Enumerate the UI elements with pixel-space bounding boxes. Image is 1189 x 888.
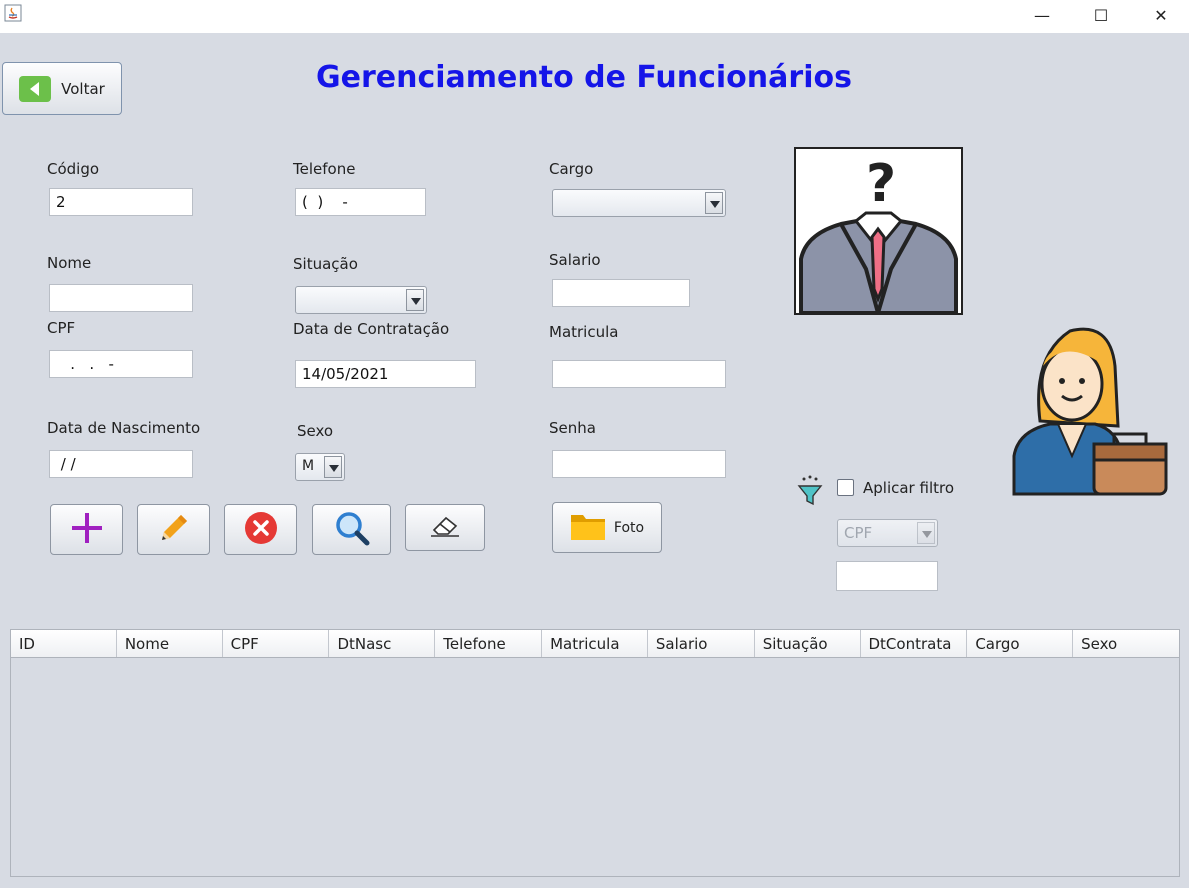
photo-button[interactable]: Foto — [552, 502, 662, 553]
cargo-label: Cargo — [549, 160, 594, 178]
column-header-telefone[interactable]: Telefone — [435, 630, 543, 657]
window-titlebar — [0, 0, 1189, 33]
add-button[interactable] — [50, 504, 123, 555]
senha-label: Senha — [549, 419, 596, 437]
plus-icon — [70, 511, 104, 549]
pencil-icon — [156, 510, 192, 550]
nome-label: Nome — [47, 254, 92, 272]
java-app-icon — [4, 4, 22, 22]
column-header-nome[interactable]: Nome — [117, 630, 223, 657]
edit-button[interactable] — [137, 504, 210, 555]
cpf-field[interactable]: . . - — [49, 350, 193, 378]
filter-funnel-icon — [796, 474, 824, 506]
employees-table-body[interactable] — [10, 658, 1180, 877]
column-header-dtcontrata[interactable]: DtContrata — [861, 630, 968, 657]
close-window-button[interactable]: ✕ — [1133, 0, 1189, 30]
back-arrow-icon — [19, 75, 52, 102]
matricula-label: Matricula — [549, 323, 619, 341]
data-contratacao-field[interactable]: 14/05/2021 — [295, 360, 476, 388]
column-header-dtnasc[interactable]: DtNasc — [329, 630, 436, 657]
minimize-button[interactable]: — — [1014, 0, 1070, 30]
telefone-field[interactable]: ( ) - — [295, 188, 426, 216]
page-title: Gerenciamento de Funcionários — [316, 60, 852, 95]
back-button[interactable]: Voltar — [2, 62, 122, 115]
codigo-field[interactable]: 2 — [49, 188, 193, 216]
clear-button[interactable] — [405, 504, 485, 551]
salario-label: Salario — [549, 251, 601, 269]
matricula-field[interactable] — [552, 360, 726, 388]
chevron-down-icon — [917, 522, 935, 544]
telefone-label: Telefone — [293, 160, 356, 178]
column-header-id[interactable]: ID — [11, 630, 117, 657]
situacao-select[interactable] — [295, 286, 427, 314]
cargo-select[interactable] — [552, 189, 726, 217]
column-header-matricula[interactable]: Matricula — [542, 630, 648, 657]
delete-circle-x-icon — [244, 511, 278, 549]
nome-field[interactable] — [49, 284, 193, 312]
back-button-label: Voltar — [61, 79, 105, 98]
filter-field-value: CPF — [844, 524, 873, 542]
column-header-sexo[interactable]: Sexo — [1073, 630, 1179, 657]
employee-illustration — [1010, 326, 1172, 498]
sexo-selected-value: M — [302, 458, 315, 474]
senha-field[interactable] — [552, 450, 726, 478]
data-nascimento-label: Data de Nascimento — [47, 419, 201, 437]
chevron-down-icon — [705, 192, 723, 214]
eraser-icon — [428, 514, 462, 542]
column-header-situacao[interactable]: Situação — [755, 630, 861, 657]
cpf-label: CPF — [47, 319, 76, 337]
column-header-salario[interactable]: Salario — [648, 630, 755, 657]
apply-filter-checkbox[interactable] — [837, 479, 854, 496]
column-header-cargo[interactable]: Cargo — [967, 630, 1074, 657]
employee-photo: ? — [794, 147, 963, 315]
filter-value-input[interactable] — [836, 561, 938, 591]
column-header-cpf[interactable]: CPF — [223, 630, 330, 657]
data-contratacao-label: Data de Contratação — [293, 320, 450, 338]
codigo-label: Código — [47, 160, 100, 178]
unknown-person-icon: ? — [799, 154, 958, 313]
search-button[interactable] — [312, 504, 391, 555]
salario-field[interactable] — [552, 279, 690, 307]
maximize-button[interactable]: ☐ — [1073, 0, 1129, 30]
sexo-select[interactable]: M — [295, 453, 345, 481]
employees-table-header: ID Nome CPF DtNasc Telefone Matricula Sa… — [10, 629, 1180, 658]
filter-field-select[interactable]: CPF — [837, 519, 938, 547]
businesswoman-icon — [1012, 327, 1168, 496]
search-icon — [333, 509, 371, 551]
sexo-label: Sexo — [297, 422, 334, 440]
data-nascimento-field[interactable]: / / — [49, 450, 193, 478]
folder-icon — [570, 511, 606, 545]
chevron-down-icon — [324, 456, 342, 478]
delete-button[interactable] — [224, 504, 297, 555]
apply-filter-label: Aplicar filtro — [863, 479, 955, 497]
situacao-label: Situação — [293, 255, 358, 273]
svg-text:?: ? — [866, 154, 896, 214]
photo-button-label: Foto — [613, 519, 645, 536]
chevron-down-icon — [406, 289, 424, 311]
